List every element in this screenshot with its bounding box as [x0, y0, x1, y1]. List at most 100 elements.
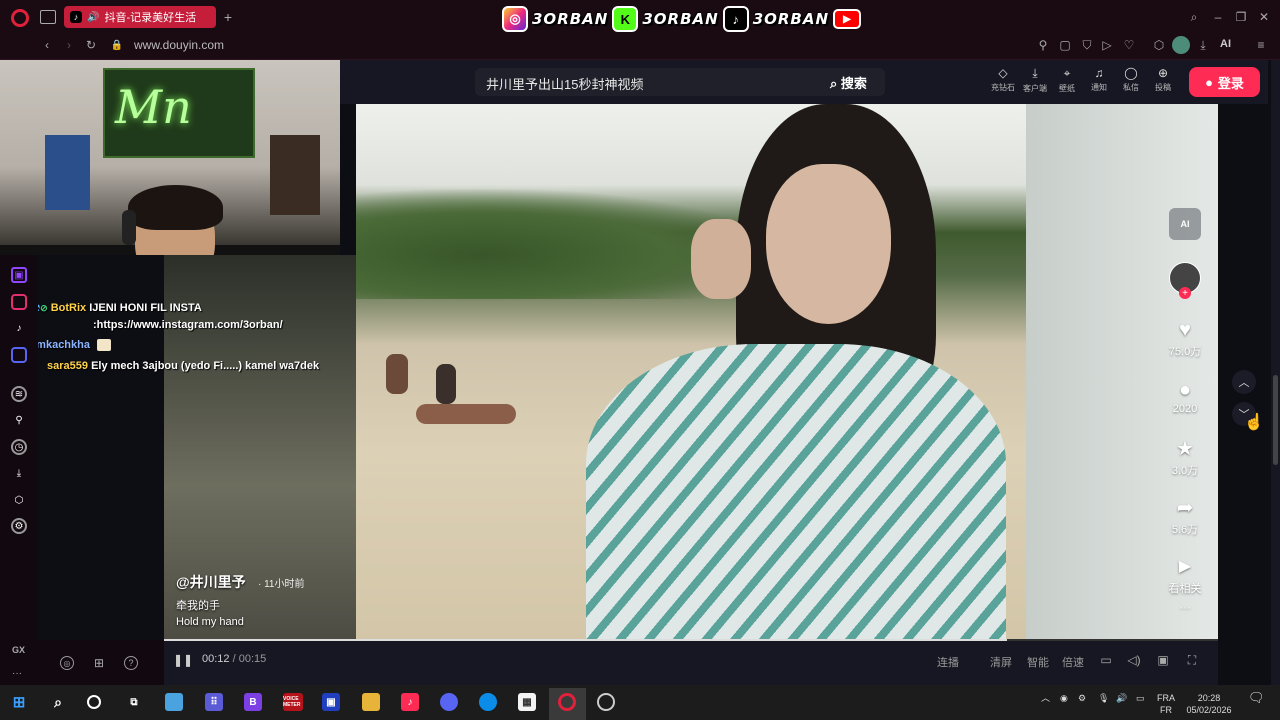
spotify-icon[interactable]: ≋ [11, 386, 27, 402]
header-messages[interactable]: ◯ 私信 [1114, 66, 1148, 93]
tiktok-sidebar-icon[interactable]: ♪ [11, 320, 27, 336]
tray-chevron-icon[interactable]: ︿ [1041, 692, 1050, 704]
snapshot-icon[interactable]: ▢ [1058, 38, 1072, 52]
back-icon[interactable]: ‹ [40, 38, 54, 52]
taskbar-app-explorer-icon[interactable] [165, 693, 183, 711]
volume-tray-icon[interactable]: 🔊 [1116, 692, 1127, 704]
extensions-icon[interactable]: ⬡ [1152, 38, 1166, 52]
minimize-icon[interactable]: – [1211, 10, 1225, 24]
opera-gx-taskbar-icon[interactable] [558, 693, 576, 711]
instagram-sidebar-icon[interactable] [11, 294, 27, 310]
steam-icon[interactable]: ⚙ [1078, 692, 1086, 704]
header-upload[interactable]: ⊕ 投稿 [1146, 66, 1180, 93]
pin-icon[interactable]: ⚲ [1036, 38, 1050, 52]
page-scrollbar[interactable] [1271, 60, 1280, 685]
header-notifications[interactable]: ♫ 通知 [1082, 66, 1116, 93]
play-icon[interactable]: ▷ [1100, 38, 1114, 52]
bell-icon: ♫ [1094, 66, 1104, 80]
apps-grid-icon[interactable]: ⊞ [92, 656, 106, 670]
file-explorer-icon[interactable] [362, 693, 380, 711]
downloads-icon[interactable]: ⤓ [11, 465, 27, 481]
header-client[interactable]: ⤓ 客户端 [1018, 66, 1052, 94]
header-wallpaper[interactable]: ⌖ 壁纸 [1050, 66, 1084, 94]
opera-gx-logo-icon[interactable] [11, 9, 29, 27]
ai-helper-button[interactable]: AI [1169, 208, 1201, 240]
gx-label: GX [12, 645, 26, 655]
new-tab-button[interactable]: + [220, 9, 236, 25]
close-icon[interactable]: ✕ [1257, 10, 1271, 24]
like-button[interactable]: ♥ 75.0万 [1160, 319, 1210, 359]
store-icon[interactable]: ▦ [518, 693, 536, 711]
cortana-icon[interactable] [87, 695, 101, 709]
douyin-header-left [340, 60, 356, 104]
task-view-icon[interactable]: ⧉ [125, 693, 143, 711]
windows-start-icon[interactable]: ⊞ [10, 693, 28, 711]
volume-icon[interactable]: ◁) [1126, 653, 1142, 667]
taskbar-app-grid-icon[interactable]: ⠿ [205, 693, 223, 711]
clear-screen-toggle[interactable]: 清屏 [990, 654, 1012, 670]
fullscreen-icon[interactable]: ⛶ [1184, 653, 1200, 667]
related-button[interactable]: ▶ 看相关 [1160, 556, 1210, 596]
tab-douyin[interactable]: ♪ 🔊 抖音-记录美好生活 [64, 6, 216, 28]
tab-islands-icon[interactable] [40, 10, 56, 24]
reload-icon[interactable]: ↻ [84, 38, 98, 52]
shield-icon[interactable]: ⛉ [1080, 38, 1094, 52]
download-icon[interactable]: ⤓ [1196, 38, 1210, 52]
search-button[interactable]: ⌕ 搜索 [830, 73, 867, 92]
more-actions-button[interactable]: ··· [1160, 602, 1210, 614]
scrollbar-thumb[interactable] [1273, 375, 1278, 465]
autoplay-toggle[interactable]: 连播 [937, 654, 959, 670]
obs-icon[interactable] [597, 693, 615, 711]
video-player[interactable] [356, 104, 1026, 640]
extensions-sidebar-icon[interactable]: ⬡ [11, 492, 27, 508]
favorite-button[interactable]: ★ 3.0万 [1160, 438, 1210, 478]
search-query: 井川里予出山15秒封神视频 [486, 77, 644, 92]
previous-video-button[interactable]: ︿ [1232, 370, 1256, 394]
header-recharge[interactable]: ◇ 充钻石 [986, 66, 1020, 93]
discord-icon[interactable] [11, 347, 27, 363]
speaker-icon[interactable]: 🔊 [87, 12, 99, 23]
maximize-icon[interactable]: ❐ [1234, 10, 1248, 24]
smart-quality[interactable]: 智能 [1027, 654, 1049, 670]
video-author[interactable]: @井川里予 [176, 572, 246, 592]
player-controls-bar [164, 640, 1218, 685]
search-tabs-icon[interactable]: ⌕ [1187, 10, 1201, 24]
more-sidebar-icon[interactable]: ··· [12, 668, 22, 679]
pause-icon[interactable]: ❚❚ [173, 653, 193, 667]
taskbar-app-b-icon[interactable]: B [244, 693, 262, 711]
login-button[interactable]: ● 登录 [1189, 67, 1260, 97]
notification-icon[interactable]: 🗨 [1248, 691, 1265, 704]
heart-icon[interactable]: ♡ [1122, 38, 1136, 52]
theater-icon[interactable]: ▣ [1155, 653, 1171, 667]
tiktok-favicon-icon: ♪ [70, 11, 82, 23]
taskbar-app-box-icon[interactable]: ▣ [322, 693, 340, 711]
pin-sidebar-icon[interactable]: ⚲ [11, 412, 27, 428]
discord-taskbar-icon[interactable] [440, 693, 458, 711]
twitch-icon[interactable]: ▣ [11, 267, 27, 283]
language-indicator[interactable]: FRA FR [1157, 692, 1175, 716]
tab-title: 抖音-记录美好生活 [104, 12, 197, 24]
url-field[interactable]: www.douyin.com [134, 38, 224, 52]
microphone-icon[interactable]: 🎙 [1098, 692, 1109, 704]
pip-icon[interactable]: ▭ [1098, 653, 1114, 667]
network-icon[interactable]: ▭ [1136, 692, 1145, 704]
forward-icon[interactable]: › [62, 38, 76, 52]
aria-ai-button[interactable]: AI [1220, 38, 1231, 50]
share-button[interactable]: ➦ 5.6万 [1160, 497, 1210, 537]
comment-button[interactable]: ● 2020 [1160, 379, 1210, 415]
help-icon[interactable]: ? [124, 656, 138, 670]
speed-control[interactable]: 倍速 [1062, 654, 1084, 670]
clock[interactable]: 20:28 05/02/2026 [1184, 692, 1234, 716]
settings-icon[interactable]: ⚙ [11, 518, 27, 534]
voicemeeter-icon[interactable]: VOICE METER [283, 693, 303, 711]
douyin-settings-icon[interactable]: ◎ [60, 656, 74, 670]
tiktok-taskbar-icon[interactable]: ♪ [401, 693, 419, 711]
history-icon[interactable]: ◷ [11, 439, 27, 455]
profile-avatar[interactable] [1172, 36, 1190, 54]
tray-app1-icon[interactable]: ◉ [1060, 692, 1068, 704]
tiktok-icon: ♪ [722, 6, 749, 32]
taskbar-search-icon[interactable]: ⌕ [49, 693, 67, 711]
edge-icon[interactable] [479, 693, 497, 711]
menu-icon[interactable]: ≡ [1254, 38, 1268, 52]
follow-plus-icon[interactable]: + [1179, 287, 1191, 299]
